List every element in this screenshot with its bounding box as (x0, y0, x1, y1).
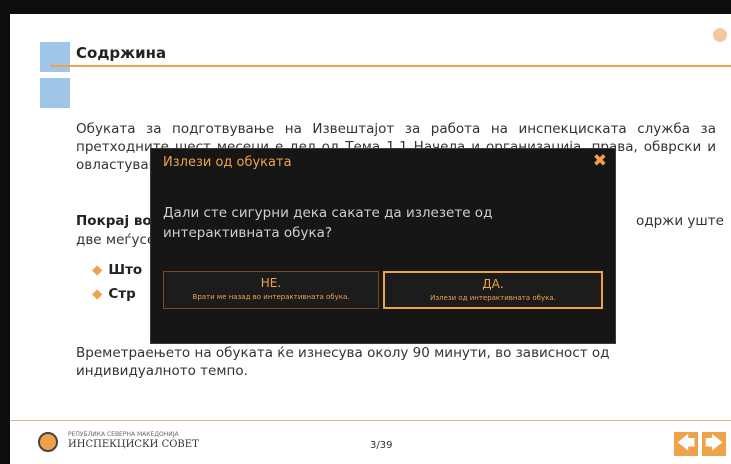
dialog-message: Дали сте сигурни дека сакате да излезете… (163, 205, 493, 241)
logo-org-name: ИНСПЕКЦИСКИ СОВЕТ (68, 439, 199, 450)
para2-right: одржи уште (636, 213, 724, 229)
yes-button-sub: Излези од интерактивната обука. (430, 294, 556, 302)
yes-button[interactable]: ДА. Излези од интерактивната обука. (383, 271, 603, 309)
no-button-sub: Врати ме назад во интерактивната обука. (192, 293, 350, 301)
decor-square (40, 42, 70, 72)
council-logo-icon (38, 432, 58, 452)
duration-line1: Времетраењето на обуката ќе изнесува око… (76, 345, 610, 361)
bullet-item: ◆ Стр (92, 286, 136, 302)
no-button[interactable]: НЕ. Врати ме назад во интерактивната обу… (163, 271, 379, 309)
slide-title: Содржина (76, 44, 167, 62)
duration-line2: индивидуалното темпо. (76, 363, 248, 379)
duration-paragraph: Времетраењето на обуката ќе изнесува око… (76, 344, 716, 380)
exit-dialog: Излези од обуката ✖ Дали сте сигурни дек… (150, 148, 616, 344)
next-button[interactable]: 🡆 (702, 432, 726, 456)
para2-left-cont: две меѓусе (76, 232, 156, 248)
diamond-icon: ◆ (92, 286, 103, 302)
arrow-left-icon: 🡄 (676, 433, 696, 454)
prev-button[interactable]: 🡄 (674, 432, 698, 456)
dialog-title: Излези од обуката (163, 155, 292, 170)
yes-button-label: ДА. (482, 277, 504, 291)
title-underline (50, 65, 731, 67)
logo-country: РЕПУБЛИКА СЕВЕРНА МАКЕДОНИЈА (68, 431, 179, 438)
arrow-right-icon: 🡆 (704, 433, 724, 454)
decor-square (40, 78, 70, 108)
footer-divider (10, 420, 731, 421)
no-button-label: НЕ. (260, 276, 282, 290)
page-counter: 3/39 (370, 440, 393, 451)
bullet-item: ◆ Што (92, 262, 143, 278)
para2-left: Покрај во (76, 213, 152, 229)
corner-icon[interactable] (713, 28, 727, 42)
close-icon[interactable]: ✖ (593, 151, 607, 171)
diamond-icon: ◆ (92, 262, 103, 278)
